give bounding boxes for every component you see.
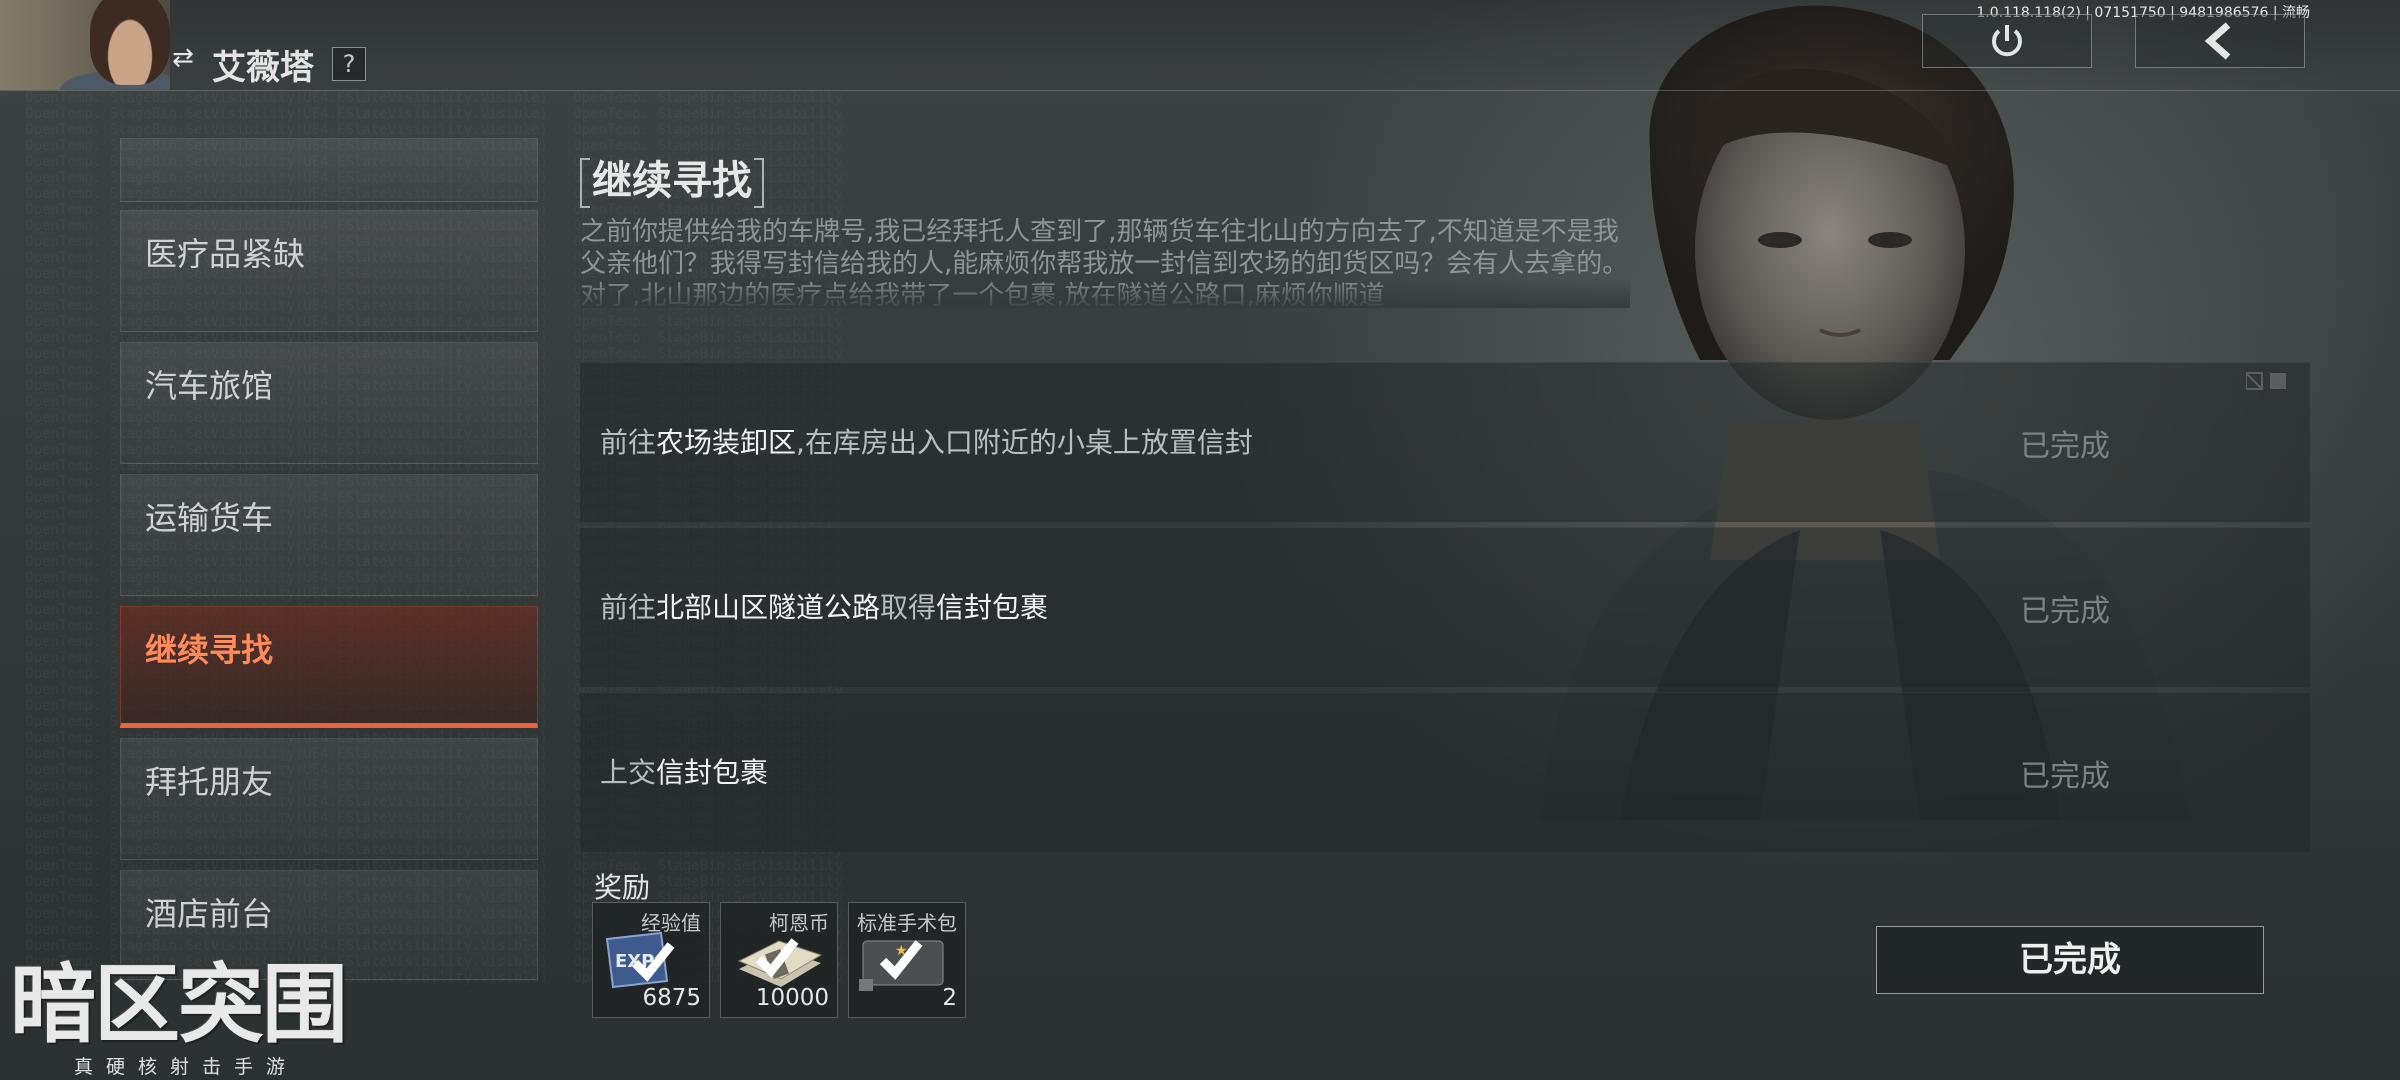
chevron-left-icon (2204, 22, 2231, 60)
sidebar-item-label: 汽车旅馆 (145, 367, 274, 405)
reward-item[interactable]: EXP 经验值 6875 (592, 902, 710, 1018)
objective-status: 已完成 (2020, 429, 2110, 464)
quest-title-frame: 继续寻找 (580, 158, 764, 208)
help-button[interactable]: ? (332, 47, 366, 81)
sidebar-item[interactable]: 继续寻找 (120, 606, 538, 728)
character-avatar[interactable] (0, 0, 170, 90)
quest-title: 继续寻找 (592, 158, 752, 204)
corner-marker-icon (2246, 372, 2286, 390)
objective-status: 已完成 (2020, 594, 2110, 629)
back-button[interactable] (2135, 14, 2305, 68)
objective-text-segment: 前往 (600, 426, 657, 459)
complete-button[interactable]: 已完成 (1876, 926, 2264, 994)
objective-row: 上交信封包裹 已完成 (580, 692, 2310, 852)
sidebar-item-label: 医疗品紧缺 (145, 235, 306, 273)
objective-text-segment: ,在库房出入口附近的小桌上放置信封 (796, 426, 1253, 459)
objective-text-segment: 上交 (600, 756, 657, 789)
exp-ticket-icon: EXP (605, 931, 675, 989)
reward-name: 经验值 (641, 911, 701, 935)
objective-keyword: 农场装卸区 (656, 426, 797, 459)
sidebar-item[interactable]: 医疗品紧缺 (120, 210, 538, 332)
objective-keyword: 信封包裹 (936, 591, 1049, 624)
reward-count: 6875 (642, 985, 701, 1011)
reward-count: 2 (942, 985, 957, 1011)
game-logo: 暗区突围 真硬核射击手游 (10, 955, 360, 1078)
reward-count: 10000 (755, 985, 829, 1011)
objective-row: 前往农场装卸区,在库房出入口附近的小桌上放置信封 已完成 (580, 362, 2310, 522)
objective-text: 上交信封包裹 (600, 751, 768, 791)
reward-name: 标准手术包 (857, 911, 957, 935)
objective-text: 前往北部山区隧道公路取得信封包裹 (600, 586, 1048, 626)
sidebar-item-label: 酒店前台 (145, 895, 274, 933)
objective-keyword: 信封包裹 (656, 756, 769, 789)
quest-description[interactable]: 之前你提供给我的车牌号,我已经拜托人查到了,那辆货车往北山的方向去了,不知道是不… (580, 216, 1630, 308)
sidebar-item[interactable]: 运输货车 (120, 474, 538, 596)
top-bar: ⇄ 艾薇塔 ? 1.0.118.118(2) | 07151750 | 9481… (0, 0, 2400, 91)
objective-text-segment: 前往 (600, 591, 657, 624)
logo-slogan: 真硬核射击手游 (74, 1056, 299, 1078)
objective-status: 已完成 (2020, 759, 2110, 794)
power-icon (1992, 25, 2022, 57)
sidebar-item-label: 拜托朋友 (145, 763, 274, 801)
cash-stack-icon (737, 938, 823, 987)
objective-keyword: 北部山区隧道公路 (656, 591, 881, 624)
sidebar-item[interactable]: 汽车旅馆 (120, 342, 538, 464)
sidebar-item-label: 运输货车 (145, 499, 274, 537)
reward-item[interactable]: ★ 标准手术包 2 (848, 902, 966, 1018)
reward-name: 柯恩币 (769, 911, 829, 935)
objective-text-segment: 取得 (880, 591, 937, 624)
surgery-kit-icon: ★ (859, 940, 944, 991)
logo-mark: 暗区突围 (10, 955, 348, 1055)
objective-row: 前往北部山区隧道公路取得信封包裹 已完成 (580, 527, 2310, 687)
objective-text: 前往农场装卸区,在库房出入口附近的小桌上放置信封 (600, 421, 1253, 461)
reward-item[interactable]: 柯恩币 10000 (720, 902, 838, 1018)
sidebar-item-label: 继续寻找 (145, 631, 274, 669)
swap-icon[interactable]: ⇄ (172, 45, 198, 71)
rewards-label: 奖励 (594, 871, 651, 904)
power-button[interactable] (1922, 14, 2092, 68)
sidebar-item-partial[interactable] (120, 138, 538, 202)
sidebar-item[interactable]: 拜托朋友 (120, 738, 538, 860)
character-name: 艾薇塔 (212, 48, 314, 88)
